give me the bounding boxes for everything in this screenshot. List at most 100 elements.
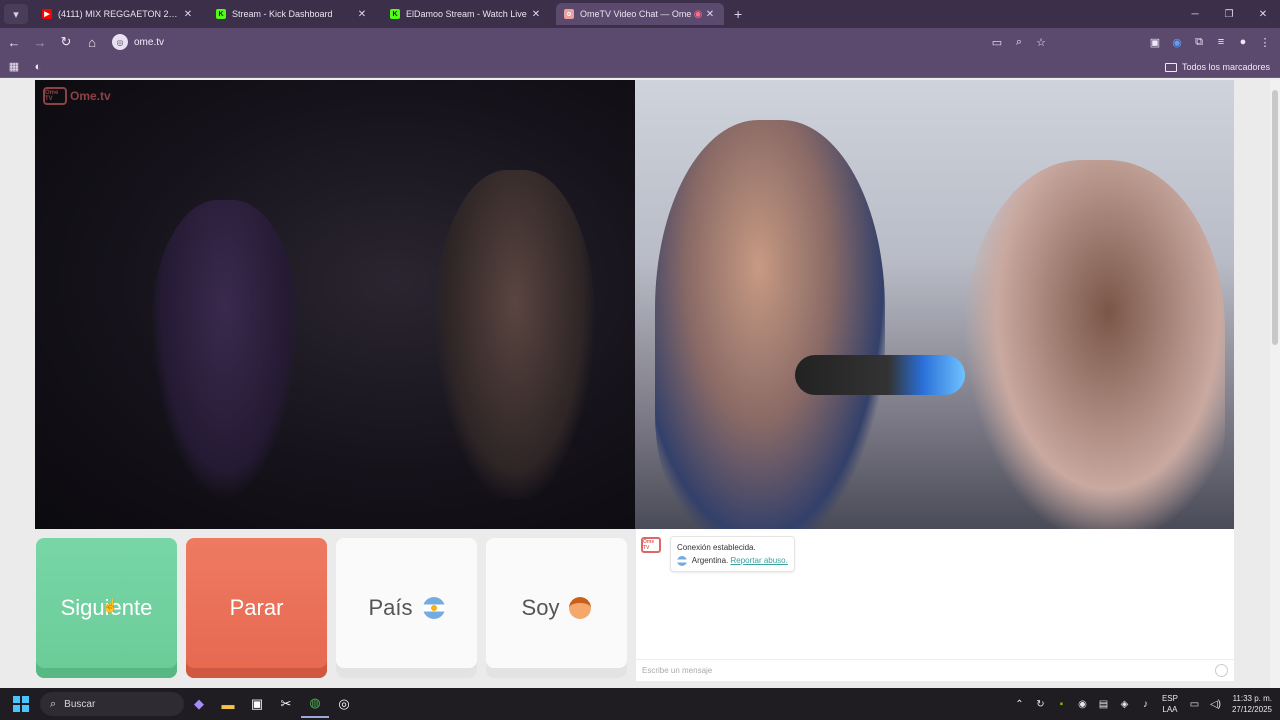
chrome-icon[interactable]: ◍ [301, 690, 329, 718]
youtube-icon: ▶ [42, 9, 52, 19]
chevron-up-icon[interactable]: ⌃ [1009, 699, 1030, 710]
tab-ometv[interactable]: o OmeTV Video Chat — Ome ◉ ✕ [556, 3, 724, 25]
lang-top: ESP [1161, 694, 1178, 703]
gender-label: Soy [521, 595, 560, 620]
network-icon[interactable]: ▤ [1093, 699, 1114, 710]
message-input[interactable]: Escribe un mensaje [636, 659, 1234, 681]
close-icon[interactable]: ✕ [356, 9, 368, 20]
close-window-icon[interactable]: ✕ [1246, 0, 1280, 28]
bookmarks-bar: ▦ ◐ Todos los marcadores [0, 56, 1280, 78]
capcut-icon[interactable]: ✂ [272, 690, 300, 718]
obs-icon[interactable]: ◎ [330, 690, 358, 718]
back-arrow-icon[interactable]: ← [2, 30, 26, 54]
zoom-icon[interactable]: ⌕ [1008, 36, 1030, 49]
close-icon[interactable]: ✕ [704, 9, 716, 20]
file-explorer-icon[interactable]: ▬ [214, 690, 242, 718]
globe-icon[interactable]: ◐ [28, 61, 48, 73]
avatar[interactable]: ● [1232, 36, 1254, 48]
clock[interactable]: 11:33 p. m. 27/12/2025 [1232, 693, 1272, 715]
volume-icon[interactable]: ◁) [1205, 699, 1226, 710]
search-label: Buscar [64, 698, 96, 710]
restore-icon[interactable]: ❐ [1212, 0, 1246, 28]
extension-icon[interactable]: ◉ [1166, 36, 1188, 49]
address-bar[interactable]: ◎ ome.tv ▭ ⌕ ☆ [112, 31, 1052, 53]
hand-cursor-icon: ☝ [102, 598, 119, 613]
argentina-flag-icon [677, 555, 687, 566]
reload-icon[interactable]: ↻ [54, 30, 78, 54]
video-figure [435, 170, 595, 500]
discord-icon[interactable]: ◉ [1072, 699, 1093, 710]
tab-title: ElDamoo Stream - Watch Live [406, 9, 527, 19]
tab-kick-dashboard[interactable]: K Stream - Kick Dashboard ✕ [208, 3, 376, 25]
toolbar-extensions: ▣ ◉ ⧉ ≡ ● ⋮ [1144, 28, 1276, 56]
microphone-icon[interactable]: ♪ [1135, 699, 1156, 710]
emoji-icon[interactable] [1215, 664, 1228, 677]
url-text: ome.tv [134, 36, 165, 48]
report-abuse-link[interactable]: Reportar abuso. [730, 556, 787, 565]
tab-search-button[interactable]: ▾ [4, 4, 28, 24]
all-bookmarks-label: Todos los marcadores [1181, 62, 1270, 72]
site-info-icon[interactable]: ◎ [112, 34, 128, 50]
stop-label: Parar [229, 595, 284, 620]
date: 27/12/2025 [1231, 705, 1272, 714]
ometv-page: Ome TV Ome.tv Siguiente Parar País Soy ☝… [0, 80, 1280, 688]
boy-emoji-icon [569, 597, 592, 619]
kick-icon: K [390, 9, 400, 19]
country-label: País [368, 595, 413, 620]
country-button[interactable]: País [336, 538, 477, 678]
video-figure [655, 120, 885, 529]
apps-icon[interactable]: ▦ [4, 60, 24, 73]
ometv-logo: Ome TV Ome.tv [43, 87, 111, 105]
copilot-icon[interactable]: ◆ [185, 690, 213, 718]
taskbar-search[interactable]: ⌕ Buscar [40, 692, 184, 716]
argentina-flag-icon [422, 597, 445, 619]
logo-text: Ome.tv [70, 89, 111, 103]
chat-panel: Ome TV Conexión establecida. Argentina. … [636, 529, 1234, 681]
bookmark-star-icon[interactable]: ☆ [1030, 36, 1052, 49]
cast-icon[interactable]: ▭ [986, 36, 1008, 49]
ometv-icon: o [564, 9, 574, 19]
new-tab-button[interactable]: + [734, 6, 742, 22]
all-bookmarks-button[interactable]: Todos los marcadores [1164, 56, 1270, 78]
windows-security-icon[interactable]: ◈ [1114, 699, 1135, 710]
store-icon[interactable]: ▣ [243, 690, 271, 718]
stranger-video: Ome TV Ome.tv [35, 80, 635, 529]
language-indicator[interactable]: ESP LAA [1162, 693, 1178, 715]
system-tray: ⌃ ↻ ▪ ◉ ▤ ◈ ♪ ESP LAA ▭ ◁) 11:33 p. m. 2… [1009, 688, 1272, 720]
display-icon[interactable]: ▭ [1184, 699, 1205, 710]
browser-toolbar: ← → ↻ ⌂ ◎ ome.tv ▭ ⌕ ☆ ▣ ◉ ⧉ ≡ ● ⋮ [0, 28, 1280, 56]
home-icon[interactable]: ⌂ [80, 30, 104, 54]
logo-box: Ome TV [43, 87, 67, 105]
search-icon: ⌕ [50, 697, 57, 710]
stop-button[interactable]: Parar [186, 538, 327, 678]
minimize-icon[interactable]: ─ [1178, 0, 1212, 28]
menu-icon[interactable]: ⋮ [1254, 36, 1276, 49]
country-name: Argentina. [691, 556, 729, 565]
tab-kick-stream[interactable]: K ElDamoo Stream - Watch Live ✕ [382, 3, 550, 25]
forward-arrow-icon[interactable]: → [28, 30, 52, 54]
tab-youtube[interactable]: ▶ (4111) MIX REGGAETON 2025 | ✕ [34, 3, 202, 25]
puzzle-icon[interactable]: ⧉ [1188, 36, 1210, 49]
reading-list-icon[interactable]: ≡ [1210, 36, 1232, 48]
message-placeholder: Escribe un mensaje [642, 666, 713, 675]
tab-title: Stream - Kick Dashboard [232, 9, 333, 19]
windows-taskbar: ⌕ Buscar ◆ ▬ ▣ ✂ ◍ ◎ ⌃ ↻ ▪ ◉ ▤ ◈ ♪ ESP L… [0, 688, 1280, 720]
scrollbar-thumb[interactable] [1272, 90, 1278, 345]
tab-title: OmeTV Video Chat — Ome [580, 9, 692, 19]
video-figure [150, 200, 300, 500]
kick-icon: K [216, 9, 226, 19]
sync-icon[interactable]: ↻ [1030, 699, 1051, 710]
microphone [795, 355, 965, 395]
self-video [635, 80, 1234, 529]
close-icon[interactable]: ✕ [530, 9, 542, 20]
window-controls: ─ ❐ ✕ [1178, 0, 1280, 28]
close-icon[interactable]: ✕ [182, 9, 194, 20]
extension-icon[interactable]: ▣ [1144, 36, 1166, 49]
nvidia-icon[interactable]: ▪ [1051, 699, 1072, 710]
windows-start-icon[interactable] [13, 696, 29, 712]
gender-button[interactable]: Soy [486, 538, 627, 678]
connection-status: Conexión establecida. [677, 543, 756, 552]
tab-strip: ▾ ▶ (4111) MIX REGGAETON 2025 | ✕ K Stre… [0, 0, 1280, 28]
system-message: Conexión establecida. Argentina. Reporta… [670, 536, 795, 572]
page-scrollbar[interactable] [1270, 80, 1280, 688]
